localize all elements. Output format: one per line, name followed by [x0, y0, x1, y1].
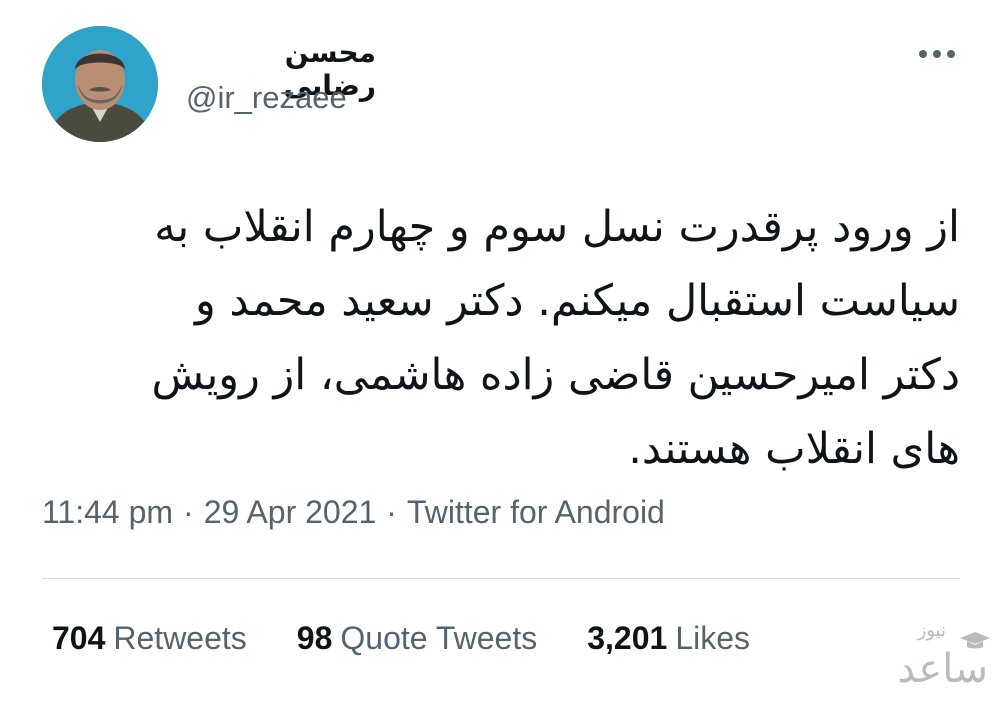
user-handle[interactable]: @ir_rezaee — [186, 80, 347, 116]
meta-separator: · — [183, 494, 194, 530]
tweet-time[interactable]: 11:44 pm — [42, 494, 173, 530]
profile-photo — [42, 26, 158, 142]
meta-separator: · — [386, 494, 397, 530]
quote-tweets-count: 98 — [296, 620, 333, 656]
watermark-text-small: نیوز — [917, 620, 946, 641]
more-options-button[interactable] — [912, 40, 962, 68]
watermark-text-large: ساعد — [897, 646, 988, 692]
likes-stat[interactable]: 3,201 Likes — [587, 620, 750, 657]
quote-tweets-stat[interactable]: 98 Quote Tweets — [297, 620, 537, 657]
avatar[interactable] — [42, 26, 158, 142]
likes-count: 3,201 — [587, 620, 668, 656]
tweet-meta: 11:44 pm · 29 Apr 2021 · Twitter for Android — [42, 494, 665, 531]
more-options-icon — [919, 50, 955, 58]
retweets-stat[interactable]: 704 Retweets — [52, 620, 247, 657]
watermark-logo: نیوز ساعد — [858, 620, 994, 696]
retweets-count: 704 — [52, 620, 106, 656]
divider — [42, 578, 960, 579]
tweet-text: از ورود پرقدرت نسل سوم و چهارم انقلاب به… — [151, 202, 960, 474]
quote-tweets-label: Quote Tweets — [340, 620, 538, 656]
tweet-date[interactable]: 29 Apr 2021 — [204, 494, 377, 530]
tweet-stats: 704 Retweets 98 Quote Tweets 3,201 Likes — [52, 620, 750, 657]
tweet-source-link[interactable]: Twitter for Android — [407, 494, 665, 530]
likes-label: Likes — [675, 620, 751, 656]
retweets-label: Retweets — [113, 620, 247, 656]
